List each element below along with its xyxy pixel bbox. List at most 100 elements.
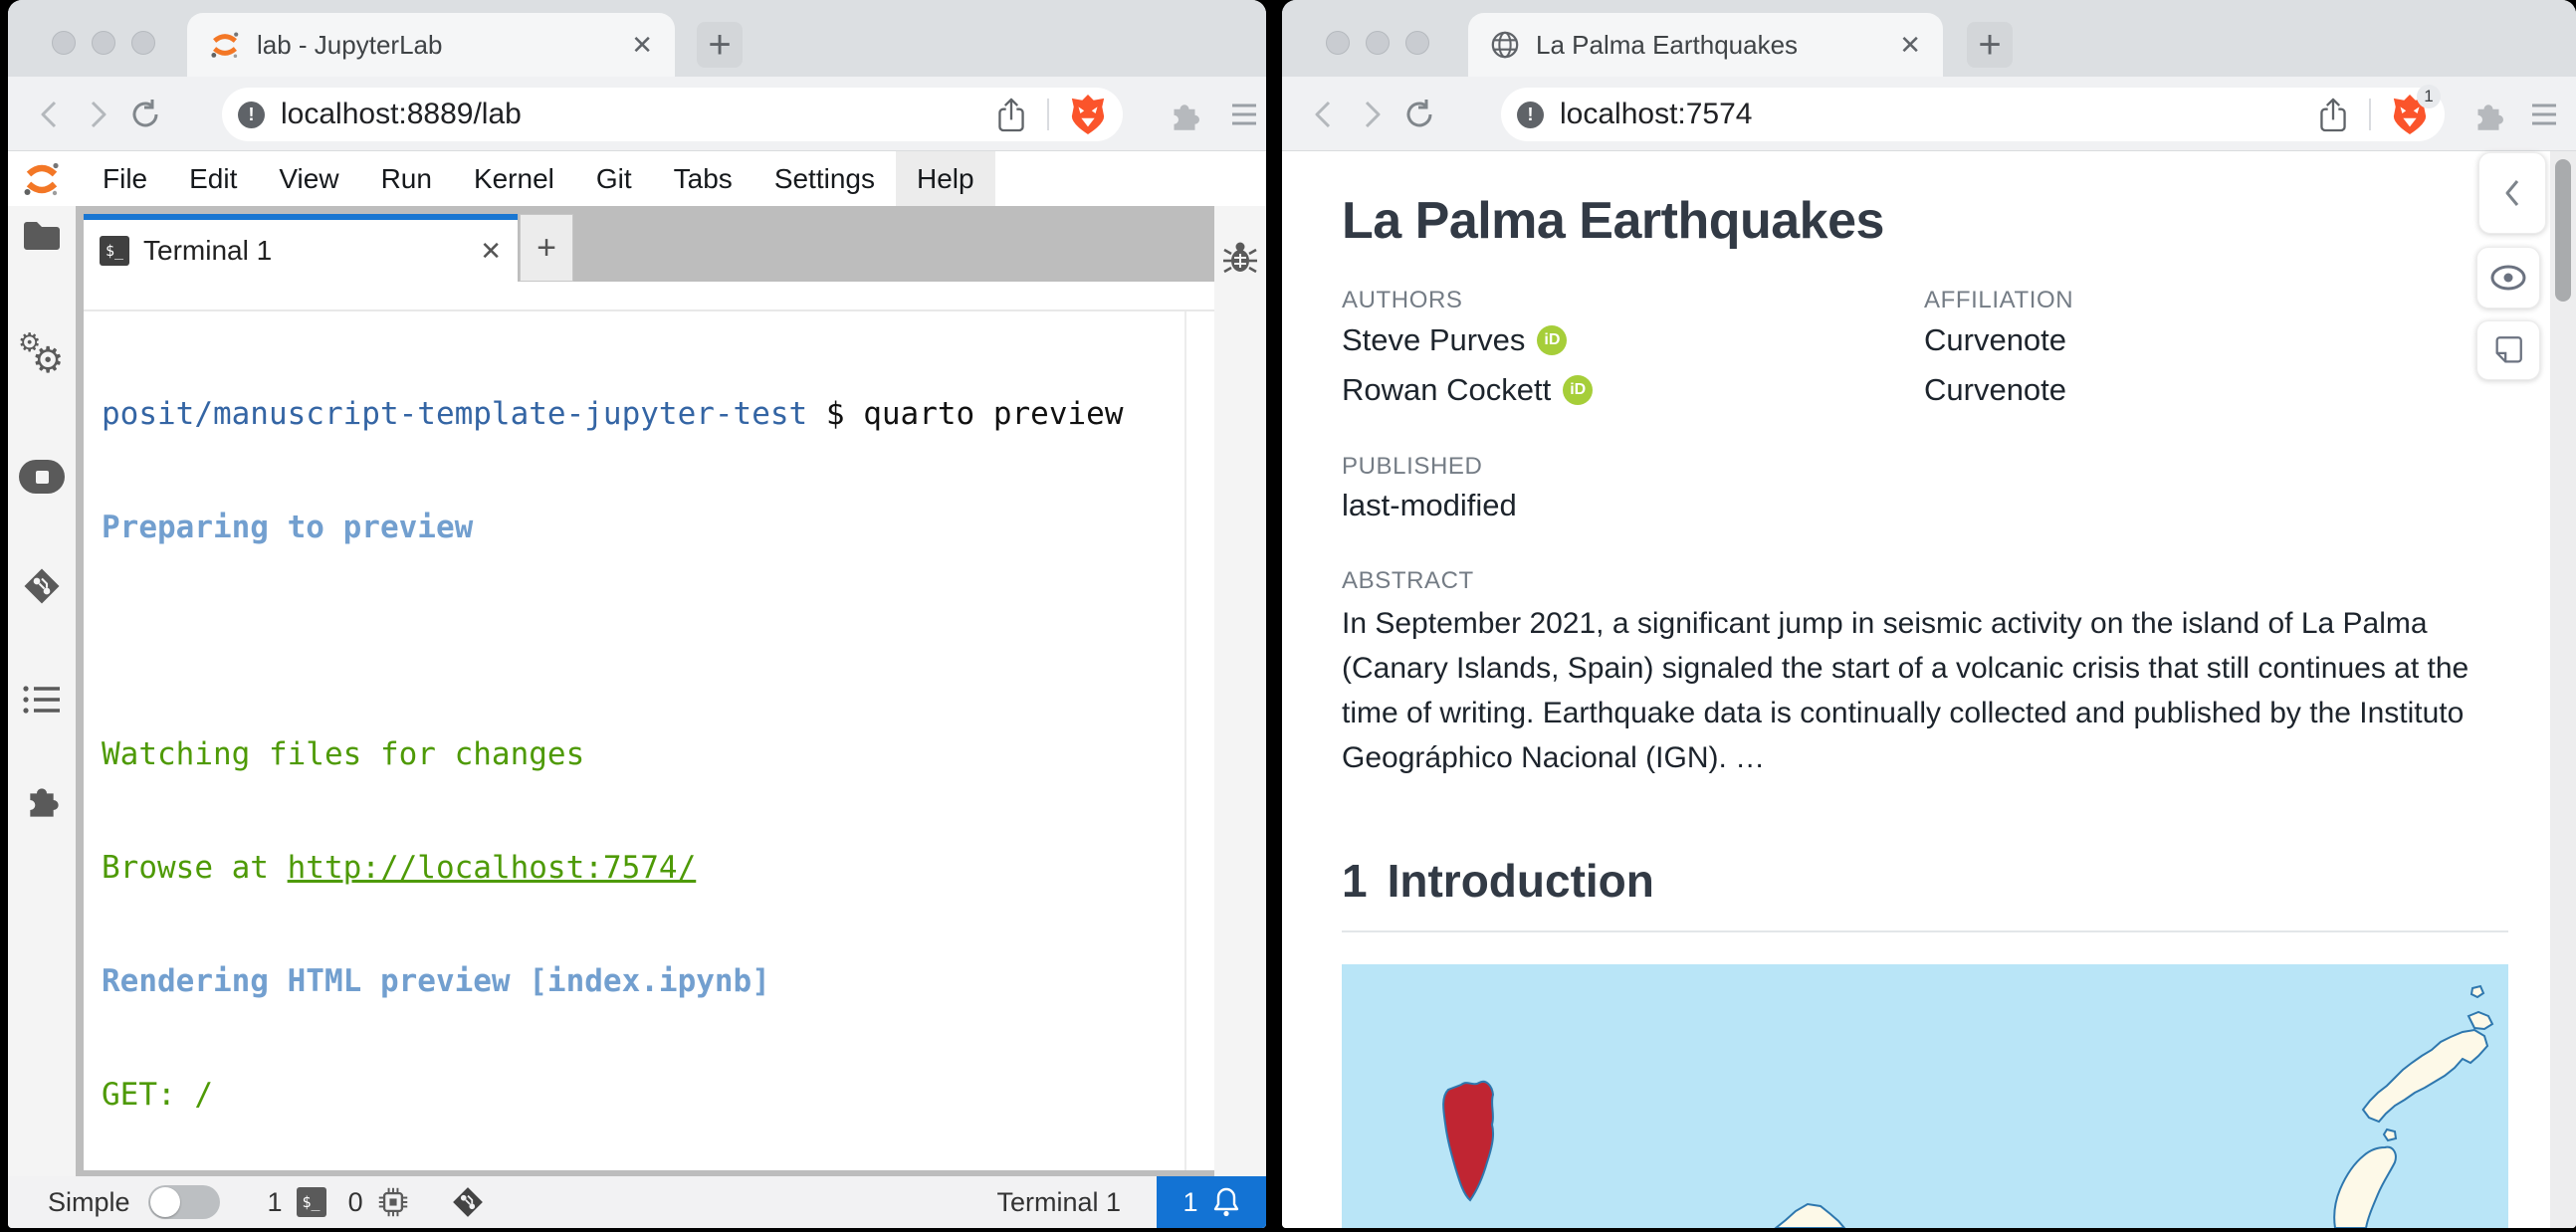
globe-favicon — [1490, 30, 1520, 60]
notes-button[interactable] — [2476, 320, 2540, 380]
panel-toolbar — [84, 282, 1214, 311]
forward-button[interactable] — [1352, 95, 1392, 134]
preview-url-link[interactable]: http://localhost:7574/ — [288, 850, 697, 886]
zoom-window-button[interactable] — [131, 31, 155, 55]
author-name: Steve Purves — [1342, 322, 1526, 357]
reload-button[interactable] — [125, 95, 165, 134]
share-icon[interactable] — [2317, 95, 2349, 134]
author-name: Rowan Cockett — [1342, 372, 1552, 407]
site-info-icon[interactable]: ! — [238, 101, 265, 128]
extensions-puzzle-icon[interactable] — [1165, 95, 1204, 134]
close-tab-icon[interactable]: ✕ — [631, 30, 653, 61]
git-status-icon[interactable] — [451, 1185, 485, 1219]
new-tab-button[interactable]: + — [697, 22, 743, 68]
minimize-window-button[interactable] — [1366, 31, 1390, 55]
address-bar[interactable]: ! localhost:7574 1 — [1501, 85, 2445, 141]
abstract-label: ABSTRACT — [1342, 567, 1474, 594]
abstract-text: In September 2021, a significant jump in… — [1342, 607, 2469, 774]
table-of-contents-icon[interactable] — [8, 677, 76, 724]
published-value: last-modified — [1342, 488, 1517, 522]
activity-bar-left: ⚙ ⚙ — [8, 206, 76, 1176]
terminal-count-icon[interactable]: $_ — [296, 1187, 326, 1217]
extension-manager-icon[interactable] — [8, 776, 76, 824]
visibility-eye-button[interactable] — [2476, 247, 2540, 308]
url-text[interactable]: localhost:7574 — [1560, 98, 2317, 131]
menu-run[interactable]: Run — [360, 151, 453, 206]
dock-tab-bar: $_ Terminal 1 ✕ + — [84, 214, 1214, 282]
jupyter-favicon — [209, 29, 241, 61]
back-button[interactable] — [30, 95, 70, 134]
page-scrollbar[interactable] — [2550, 151, 2576, 1228]
section-heading: 1 Introduction — [1342, 854, 1654, 908]
running-sessions-icon[interactable] — [8, 453, 76, 501]
terminal-tab[interactable]: $_ Terminal 1 ✕ — [84, 214, 518, 282]
browser-window-preview: La Palma Earthquakes ✕ + ! localhost:757… — [1282, 0, 2576, 1228]
menu-settings[interactable]: Settings — [753, 151, 896, 206]
zoom-window-button[interactable] — [1405, 31, 1429, 55]
traffic-lights — [52, 31, 155, 55]
kernel-count: 0 — [347, 1186, 363, 1217]
notification-badge[interactable]: 1 — [1157, 1176, 1266, 1228]
kernel-chip-icon[interactable] — [377, 1186, 409, 1218]
menu-help[interactable]: Help — [895, 151, 995, 206]
section-number: 1 — [1342, 855, 1368, 907]
tab-strip: lab - JupyterLab ✕ + — [8, 0, 1266, 77]
author-row: Rowan Cockett iD — [1342, 372, 1594, 408]
author-row: Steve Purves iD — [1342, 322, 1568, 358]
divider — [2369, 99, 2371, 130]
terminal-line: Watching files for changes — [102, 736, 585, 772]
article: La Palma Earthquakes AUTHORS AFFILIATION… — [1342, 151, 2508, 1228]
menu-git[interactable]: Git — [575, 151, 653, 206]
affiliation-label: AFFILIATION — [1924, 287, 2074, 313]
browser-tab-jupyterlab[interactable]: lab - JupyterLab ✕ — [187, 13, 675, 77]
terminal-output[interactable]: posit/manuscript-template-jupyter-test $… — [84, 311, 1214, 1225]
tab-title: lab - JupyterLab — [257, 29, 443, 60]
close-tab-icon[interactable]: ✕ — [1899, 30, 1921, 61]
author-affiliation: Curvenote — [1924, 322, 2067, 357]
address-bar[interactable]: ! localhost:8889/lab — [222, 88, 1123, 141]
close-window-button[interactable] — [1326, 31, 1350, 55]
browser-tab-preview[interactable]: La Palma Earthquakes ✕ — [1468, 13, 1943, 77]
notification-count: 1 — [1182, 1186, 1198, 1217]
menu-kernel[interactable]: Kernel — [453, 151, 575, 206]
menu-file[interactable]: File — [82, 151, 168, 206]
terminal-line: Rendering HTML preview [index.ipynb] — [102, 963, 770, 999]
new-launcher-button[interactable]: + — [520, 214, 573, 282]
browser-menu-icon[interactable] — [2524, 95, 2564, 134]
simple-mode-label: Simple — [48, 1186, 130, 1217]
new-tab-button[interactable]: + — [1967, 22, 2013, 68]
browser-toolbar: ! localhost:7574 1 — [1282, 77, 2576, 151]
collapse-panel-button[interactable] — [2478, 152, 2546, 234]
orcid-icon[interactable]: iD — [1563, 375, 1594, 405]
debugger-bug-icon[interactable] — [1214, 234, 1266, 282]
extensions-puzzle-icon[interactable] — [2469, 95, 2508, 134]
activity-bar-right — [1214, 206, 1266, 1176]
dock-panel: $_ Terminal 1 ✕ + posit/manuscript-templ… — [84, 214, 1214, 1225]
terminal-line: posit/manuscript-template-jupyter-test $… — [102, 396, 1124, 432]
forward-button[interactable] — [78, 95, 117, 134]
git-icon[interactable] — [8, 562, 76, 610]
close-window-button[interactable] — [52, 31, 76, 55]
menu-edit[interactable]: Edit — [168, 151, 258, 206]
orcid-icon[interactable]: iD — [1537, 325, 1568, 355]
brave-shields-icon[interactable] — [1069, 93, 1107, 136]
back-button[interactable] — [1304, 95, 1344, 134]
site-info-icon[interactable]: ! — [1517, 101, 1544, 128]
jupyterlab-workspace: ⚙ ⚙ $_ Terminal 1 ✕ + posit/manuscript-t… — [8, 206, 1266, 1225]
simple-mode-toggle[interactable] — [147, 1185, 220, 1219]
browser-menu-icon[interactable] — [1224, 95, 1264, 134]
jupyterlab-menubar: File Edit View Run Kernel Git Tabs Setti… — [8, 151, 1266, 206]
brave-shields-icon[interactable]: 1 — [2391, 85, 2441, 136]
file-browser-icon[interactable] — [8, 212, 76, 260]
gears-icon[interactable]: ⚙ ⚙ — [8, 327, 76, 381]
bell-icon — [1212, 1186, 1240, 1218]
menu-view[interactable]: View — [258, 151, 359, 206]
reload-button[interactable] — [1399, 95, 1439, 134]
close-terminal-tab-icon[interactable]: ✕ — [480, 236, 502, 267]
minimize-window-button[interactable] — [92, 31, 115, 55]
scrollbar-thumb[interactable] — [2555, 159, 2571, 302]
url-text[interactable]: localhost:8889/lab — [281, 98, 995, 131]
share-icon[interactable] — [995, 95, 1027, 134]
menu-tabs[interactable]: Tabs — [653, 151, 753, 206]
shields-count-badge: 1 — [2417, 85, 2441, 108]
